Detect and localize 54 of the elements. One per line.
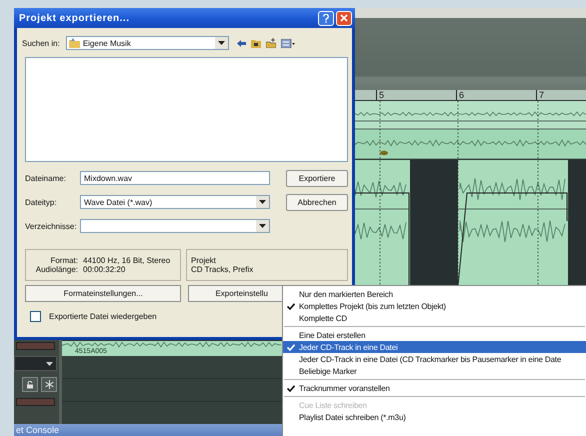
folder-icon — [68, 38, 80, 48]
bar-number: 7 — [539, 90, 544, 100]
select-field[interactable]: Wave Datei (*.wav) — [80, 195, 270, 209]
field-label: Dateityp: — [25, 198, 58, 206]
view-menu-icon[interactable] — [280, 38, 295, 48]
close-button[interactable] — [336, 10, 352, 26]
menu-item[interactable]: Komplette CD — [283, 312, 586, 324]
folder-dropdown[interactable]: Eigene Musik — [66, 36, 229, 50]
info-value: CD Tracks, Prefix — [191, 265, 254, 274]
bar-number: 5 — [379, 90, 384, 100]
menu-item[interactable]: Beliebige Marker — [283, 365, 586, 377]
window-title: Projekt exportieren... — [19, 12, 130, 24]
back-arrow-icon[interactable] — [236, 40, 246, 46]
bar-number: 6 — [459, 90, 464, 100]
checkbox-label: Exportierte Datei wiedergeben — [49, 312, 157, 321]
export-button[interactable]: Exportiere — [286, 170, 348, 186]
info-value: Projekt — [191, 256, 217, 265]
snowflake-icon — [44, 380, 54, 389]
panel-title: et Console — [15, 425, 60, 435]
cancel-button[interactable]: Abbrechen — [286, 194, 348, 210]
lock-button[interactable] — [22, 377, 38, 392]
caret-icon — [218, 41, 225, 45]
info-label: Format: — [49, 256, 78, 265]
close-icon — [340, 14, 348, 22]
field-label: Dateiname: — [25, 174, 67, 182]
caret-icon — [46, 362, 53, 366]
new-folder-icon[interactable] — [266, 38, 276, 48]
check-icon — [287, 384, 295, 392]
menu-item[interactable]: Eine Datei erstellen — [283, 329, 586, 341]
info-value: 00:00:32:20 — [83, 265, 126, 274]
help-button[interactable] — [318, 10, 334, 26]
menu-item[interactable]: Jeder CD-Track in eine Datei — [283, 341, 586, 353]
menu-item[interactable]: Jeder CD-Track in eine Datei (CD Trackmarker bis Pausemarker in eine Date — [283, 353, 586, 365]
info-label: Audiolänge: — [34, 265, 78, 274]
menu-item[interactable]: Komplettes Projekt (bis zum letzten Objekt) — [283, 300, 586, 312]
info-value: 44100 Hz, 16 Bit, Stereo — [83, 256, 172, 265]
folder-up-icon[interactable] — [250, 38, 261, 48]
menu-item[interactable]: Playlist Datei schreiben (*.m3u) — [283, 411, 586, 423]
select-field[interactable] — [80, 219, 270, 233]
file-list[interactable] — [25, 57, 348, 162]
track-dropdown[interactable] — [14, 356, 57, 371]
snowflake-button[interactable] — [41, 377, 57, 392]
format-settings-button[interactable]: Formateinstellungen... — [25, 285, 182, 302]
field-label: Suchen in: — [22, 38, 60, 48]
caret-icon — [259, 224, 266, 228]
help-icon — [323, 14, 329, 22]
input-field[interactable]: Mixdown.wav — [80, 171, 270, 185]
field-label: Verzeichnisse: — [25, 222, 78, 230]
caret-icon — [259, 200, 266, 204]
lock-icon — [26, 380, 34, 388]
check-icon — [287, 302, 295, 310]
check-icon — [287, 344, 295, 350]
menu-item[interactable]: Tracknummer voranstellen — [283, 382, 586, 394]
checkbox[interactable] — [30, 311, 41, 322]
